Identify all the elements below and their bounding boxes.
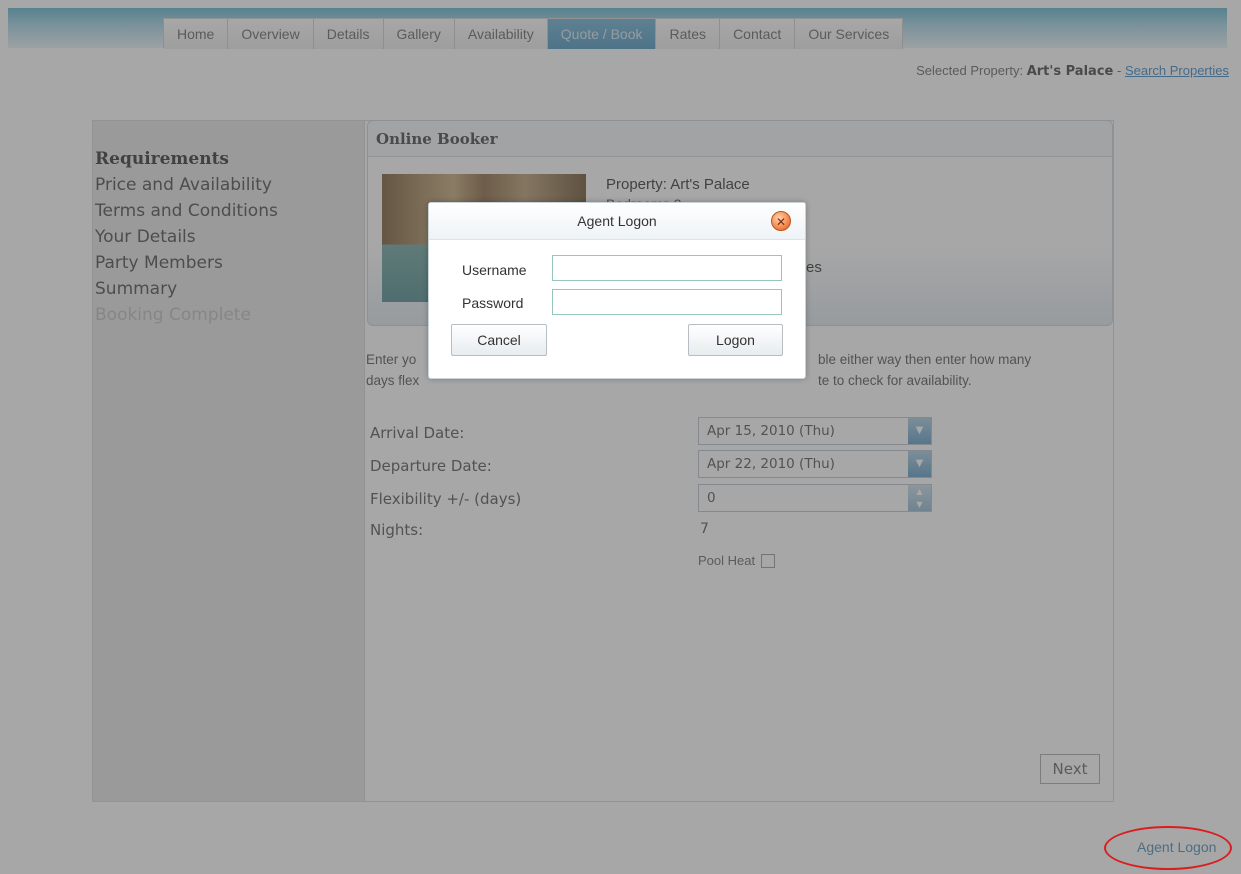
dialog-header: Agent Logon ✕: [429, 203, 805, 240]
agent-logon-dialog: Agent Logon ✕ Username Password Cancel L…: [428, 202, 806, 379]
close-icon[interactable]: ✕: [771, 211, 791, 231]
modal-overlay: [0, 0, 1241, 874]
cancel-button[interactable]: Cancel: [451, 324, 547, 356]
password-label: Password: [462, 295, 524, 311]
password-input[interactable]: [552, 289, 782, 315]
dialog-title: Agent Logon: [577, 213, 657, 229]
logon-button[interactable]: Logon: [688, 324, 783, 356]
username-label: Username: [462, 262, 527, 278]
highlight-circle: [1104, 826, 1232, 870]
username-input[interactable]: [552, 255, 782, 281]
